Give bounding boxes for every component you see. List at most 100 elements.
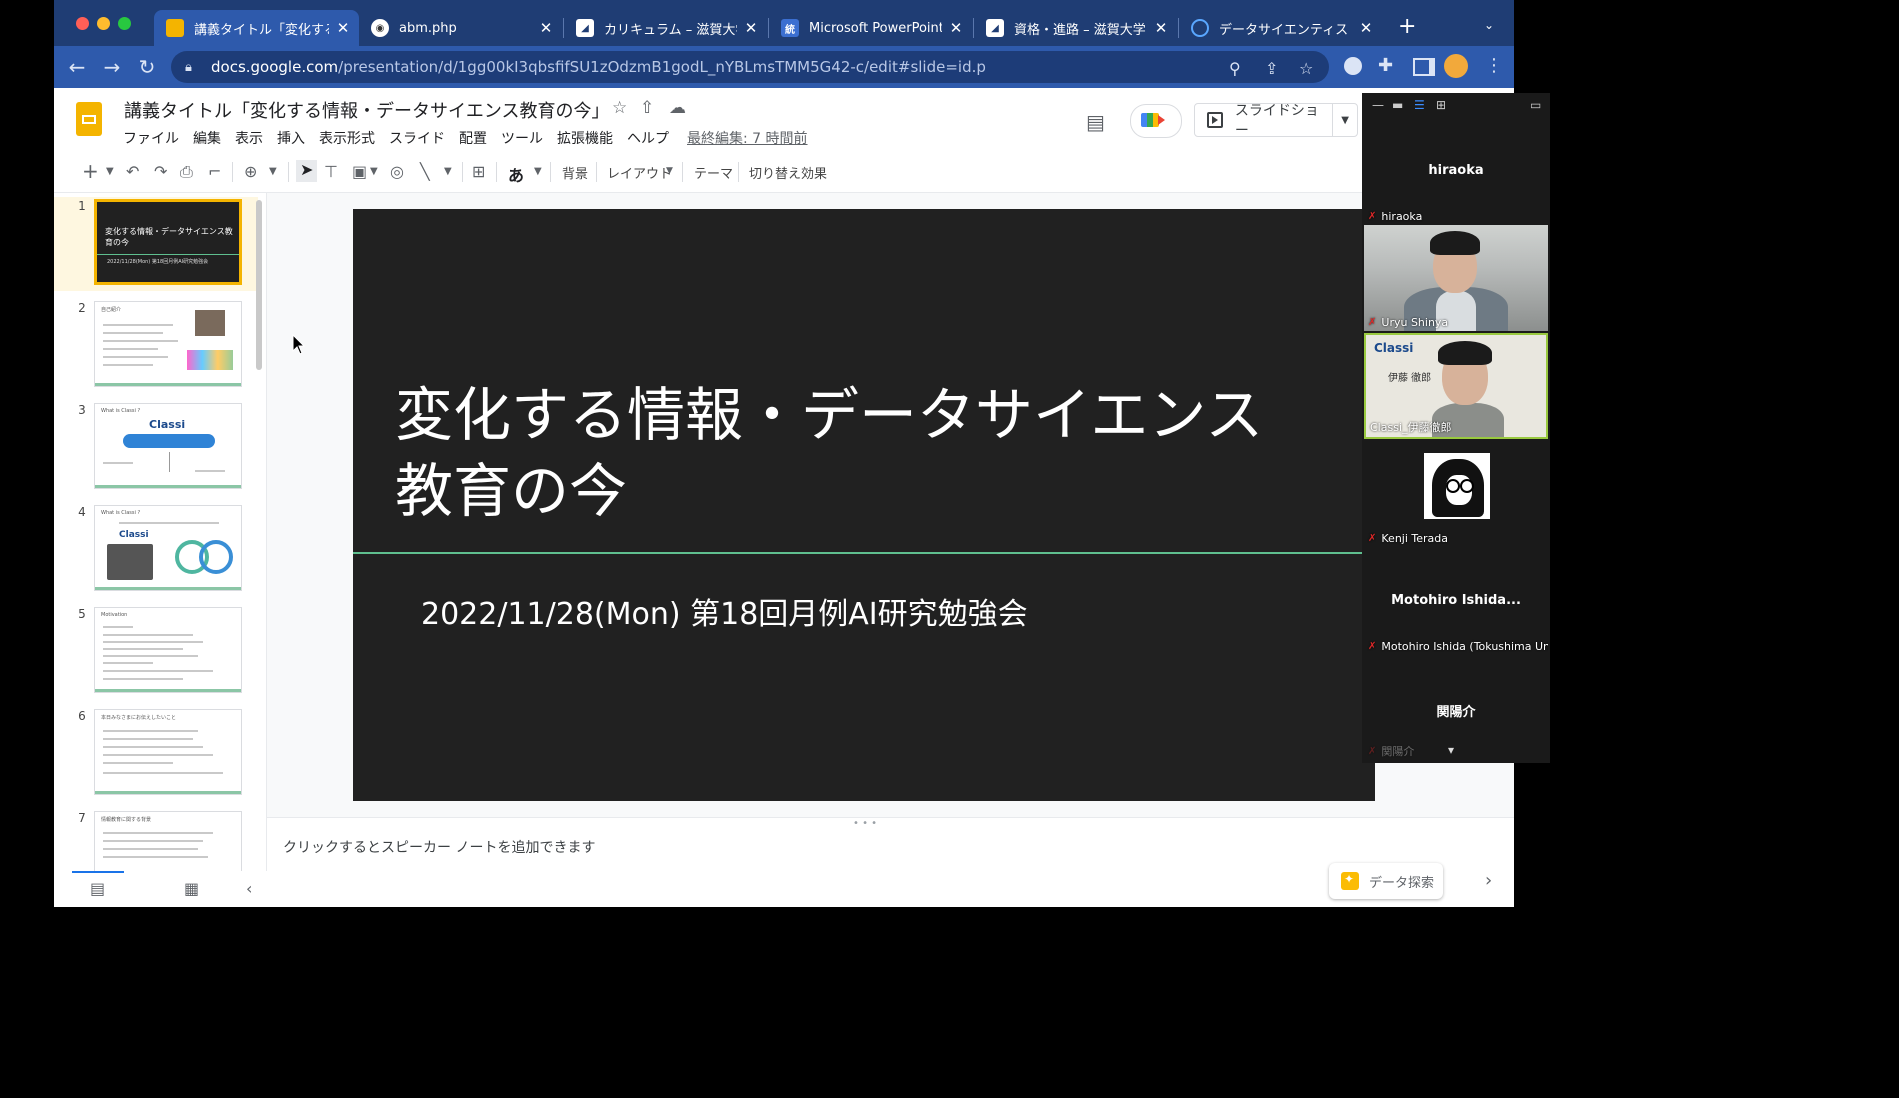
tab-career[interactable]: ◢ 資格・進路 – 滋賀大学 デ ✕ <box>974 10 1177 46</box>
menu-slide[interactable]: スライド <box>389 128 445 148</box>
slide-thumbnail[interactable]: Motivation <box>94 607 242 693</box>
explore-button[interactable]: データ探索 <box>1329 863 1443 899</box>
line-dropdown-icon[interactable]: ▼ <box>444 166 452 177</box>
comment-history-icon[interactable]: ▤ <box>1086 110 1105 134</box>
redo-icon[interactable]: ↷ <box>154 162 167 181</box>
undo-icon[interactable]: ↶ <box>126 162 139 181</box>
participant-video-tile[interactable]: ✗ Uryu Shinya <box>1364 225 1548 331</box>
menu-arrange[interactable]: 配置 <box>459 128 487 148</box>
minimize-window-button[interactable] <box>97 17 110 30</box>
slide-thumbnail[interactable]: 変化する情報・データサイエンス教育の今 2022/11/28(Mon) 第18回… <box>94 199 242 285</box>
tab-slides[interactable]: 講義タイトル「変化する情報・ ✕ <box>154 10 359 46</box>
zoom-icon[interactable]: ⚲ <box>1229 59 1241 78</box>
zoom-window-button[interactable] <box>118 17 131 30</box>
tab-powerpoint[interactable]: 統 Microsoft PowerPoint ✕ <box>769 10 972 46</box>
slide-thumbnail[interactable]: 本日みなさまにお伝えしたいこと <box>94 709 242 795</box>
print-icon[interactable]: ⎙ <box>180 162 193 182</box>
layout-dropdown-icon[interactable]: ▼ <box>666 166 673 176</box>
close-tab-icon[interactable]: ✕ <box>743 19 759 37</box>
menu-file[interactable]: ファイル <box>123 128 179 148</box>
slide-title[interactable]: 変化する情報・データサイエンス 教育の今 <box>395 377 1355 529</box>
new-slide-dropdown-icon[interactable]: ▼ <box>106 166 114 177</box>
tab-data-scientist[interactable]: データサイエンティスト ✕ <box>1179 10 1382 46</box>
forward-icon[interactable]: → <box>99 54 125 80</box>
slide-thumb-row[interactable]: 7 情報教育に関する背景 <box>54 809 258 871</box>
transition-button[interactable]: 切り替え効果 <box>749 163 827 182</box>
menu-insert[interactable]: 挿入 <box>277 128 305 148</box>
image-icon[interactable]: ▣ <box>352 162 367 181</box>
close-tab-icon[interactable]: ✕ <box>335 19 351 37</box>
scroll-down-chevron-icon[interactable]: ▾ <box>1448 743 1454 757</box>
layout-button[interactable]: レイアウト <box>607 163 672 182</box>
theme-button[interactable]: テーマ <box>694 163 733 182</box>
menu-tools[interactable]: ツール <box>501 128 543 148</box>
notes-resize-handle[interactable]: • • • <box>853 818 877 829</box>
slide-thumb-row[interactable]: 6 本日みなさまにお伝えしたいこと <box>54 707 258 801</box>
input-method-dropdown-icon[interactable]: ▼ <box>534 166 542 177</box>
speaker-notes-placeholder[interactable]: クリックするとスピーカー ノートを追加できます <box>283 837 595 857</box>
expand-side-panel-icon[interactable]: › <box>1485 870 1492 891</box>
filmstrip-scrollbar[interactable] <box>256 200 262 370</box>
shape-icon[interactable]: ◎ <box>390 162 404 181</box>
new-slide-icon[interactable]: + <box>82 159 99 183</box>
minimize-panel-icon[interactable]: — <box>1372 98 1384 112</box>
close-tab-icon[interactable]: ✕ <box>1153 19 1169 37</box>
back-icon[interactable]: ← <box>64 54 90 80</box>
menu-format[interactable]: 表示形式 <box>319 128 375 148</box>
side-panel-icon[interactable] <box>1413 58 1435 76</box>
close-tab-icon[interactable]: ✕ <box>948 19 964 37</box>
participant-tile[interactable]: 関陽介 ✗ 関陽介 <box>1364 659 1548 763</box>
close-window-button[interactable] <box>76 17 89 30</box>
tab-curriculum[interactable]: ◢ カリキュラム – 滋賀大学 ✕ <box>564 10 767 46</box>
reload-icon[interactable]: ↻ <box>134 54 160 80</box>
participant-tile[interactable]: ✗ Kenji Terada <box>1364 443 1548 547</box>
slide-thumbnail[interactable]: What is Classi ? Classi <box>94 505 242 591</box>
slide-thumb-row[interactable]: 3 What is Classi ? Classi <box>54 401 258 495</box>
select-icon[interactable]: ➤ <box>296 160 318 182</box>
extensions-puzzle-icon[interactable]: ✚ <box>1378 55 1393 76</box>
profile-avatar[interactable] <box>1444 54 1468 78</box>
meet-button[interactable] <box>1130 104 1182 138</box>
zoom-icon[interactable]: ⊕ <box>244 162 257 181</box>
line-icon[interactable]: ╲ <box>420 162 430 181</box>
slideshow-dropdown-icon[interactable]: ▼ <box>1332 104 1357 136</box>
address-bar[interactable]: 🔒︎ docs.google.com/presentation/d/1gg00k… <box>171 51 1329 83</box>
menu-extensions[interactable]: 拡張機能 <box>557 128 613 148</box>
slide-thumbnail[interactable]: 自己紹介 <box>94 301 242 387</box>
move-folder-icon[interactable]: ⇧ <box>640 98 654 118</box>
star-icon[interactable]: ☆ <box>612 98 627 118</box>
comment-add-icon[interactable]: ⊞ <box>472 162 485 181</box>
slide-thumbnail[interactable]: 情報教育に関する背景 <box>94 811 242 871</box>
zoom-dropdown-icon[interactable]: ▼ <box>269 166 277 177</box>
speaker-view-icon[interactable]: ☰ <box>1414 98 1425 112</box>
bookmark-star-icon[interactable]: ☆ <box>1299 59 1313 78</box>
exit-panel-icon[interactable]: ▭ <box>1530 98 1541 112</box>
menu-view[interactable]: 表示 <box>235 128 263 148</box>
filmstrip-view-icon[interactable]: ▤ <box>90 879 105 898</box>
menu-edit[interactable]: 編集 <box>193 128 221 148</box>
background-button[interactable]: 背景 <box>562 163 588 182</box>
slide-thumb-row[interactable]: 4 What is Classi ? Classi <box>54 503 258 597</box>
last-edit-link[interactable]: 最終編集: 7 時間前 <box>687 128 808 148</box>
close-tab-icon[interactable]: ✕ <box>1358 19 1374 37</box>
slide-thumbnail[interactable]: What is Classi ? Classi <box>94 403 242 489</box>
slide-thumb-row[interactable]: 1 変化する情報・データサイエンス教育の今 2022/11/28(Mon) 第1… <box>54 197 258 291</box>
text-box-icon[interactable]: ⊤ <box>324 162 338 181</box>
paint-format-icon[interactable]: ⌐ <box>208 162 221 181</box>
tab-search-chevron-icon[interactable]: ⌄ <box>1484 18 1494 32</box>
gallery-view-icon[interactable]: ⊞ <box>1436 98 1446 112</box>
participant-tile[interactable]: hiraoka ✗ hiraoka <box>1364 123 1548 225</box>
slide-subtitle[interactable]: 2022/11/28(Mon) 第18回月例AI研究勉強会 <box>421 589 1028 633</box>
image-dropdown-icon[interactable]: ▼ <box>370 166 378 177</box>
share-icon[interactable]: ⇪ <box>1265 59 1278 78</box>
participant-tile[interactable]: Motohiro Ishida... ✗ Motohiro Ishida (Tok… <box>1364 551 1548 655</box>
slide-thumb-row[interactable]: 2 自己紹介 <box>54 299 258 393</box>
slide-thumb-row[interactable]: 5 Motivation <box>54 605 258 699</box>
slideshow-button[interactable]: スライドショー ▼ <box>1194 103 1358 139</box>
menu-help[interactable]: ヘルプ <box>627 128 669 148</box>
browser-menu-icon[interactable]: ⋮ <box>1485 55 1503 76</box>
participant-video-tile[interactable]: Classi 伊藤 徹郎 Classi_伊藤徹郎 <box>1364 333 1548 439</box>
input-method-icon[interactable]: あ <box>508 162 524 186</box>
collapse-panel-icon[interactable]: ‹ <box>246 879 252 898</box>
document-title[interactable]: 講義タイトル「変化する情報・データサイエンス教育の今」 <box>124 97 609 123</box>
